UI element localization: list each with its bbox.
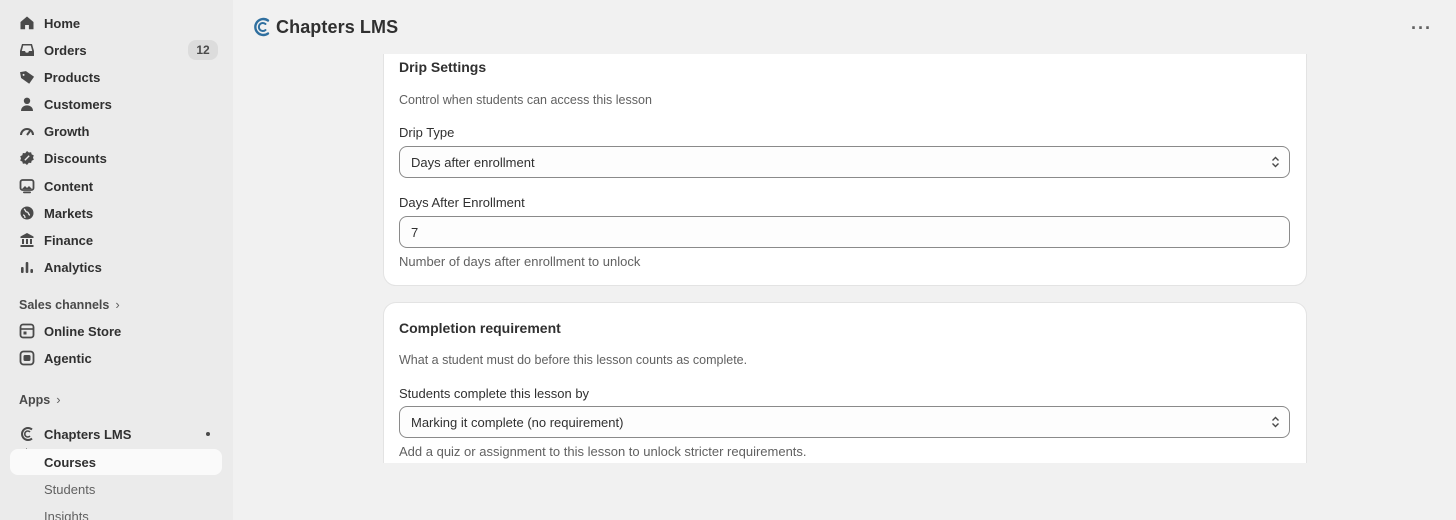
- sidebar-item-label: Finance: [44, 232, 94, 248]
- sidebar-item-finance[interactable]: Finance: [10, 227, 222, 253]
- person-icon: [19, 96, 35, 112]
- agentic-icon: [19, 350, 35, 366]
- card-title: Drip Settings: [399, 59, 487, 75]
- sidebar-item-insights[interactable]: Insights: [10, 503, 222, 520]
- sales-channels-label: Sales channels: [19, 297, 110, 312]
- card-description: What a student must do before this lesso…: [399, 353, 748, 367]
- globe-icon: [19, 205, 35, 221]
- drip-settings-card: Drip Settings Control when students can …: [384, 54, 1306, 285]
- sidebar-item-products[interactable]: Products: [10, 64, 222, 90]
- apps-header[interactable]: Apps ›: [19, 392, 61, 407]
- input-value: 7: [411, 224, 419, 240]
- completion-help-text: Add a quiz or assignment to this lesson …: [399, 444, 807, 459]
- home-icon: [19, 15, 35, 31]
- select-value: Days after enrollment: [411, 154, 535, 170]
- sidebar-item-label: Students: [44, 481, 96, 497]
- drip-type-label: Drip Type: [399, 125, 455, 140]
- days-after-enrollment-input[interactable]: 7: [399, 216, 1290, 248]
- main-content: Drip Settings Control when students can …: [233, 54, 1456, 463]
- sidebar-item-courses[interactable]: Courses: [10, 449, 222, 475]
- chevron-right-icon: ›: [115, 297, 120, 312]
- sidebar-item-discounts[interactable]: Discounts: [10, 145, 222, 171]
- sidebar-item-online-store[interactable]: Online Store: [10, 318, 222, 344]
- sidebar-item-label: Customers: [44, 96, 112, 112]
- sidebar-item-agentic[interactable]: Agentic: [10, 345, 222, 371]
- drip-type-select[interactable]: Days after enrollment: [399, 146, 1290, 178]
- sidebar-item-label: Insights: [44, 508, 89, 520]
- app-header: Chapters LMS ···: [233, 0, 1456, 54]
- select-arrows-icon: [1272, 416, 1279, 428]
- tag-icon: [19, 69, 35, 85]
- sidebar-item-home[interactable]: Home: [10, 10, 222, 36]
- sidebar-item-label: Analytics: [44, 259, 102, 275]
- gauge-icon: [19, 123, 35, 139]
- chevron-right-icon: ›: [56, 392, 61, 407]
- sidebar-item-customers[interactable]: Customers: [10, 91, 222, 117]
- sidebar-item-label: Markets: [44, 205, 94, 221]
- sidebar-item-analytics[interactable]: Analytics: [10, 254, 222, 280]
- sales-channels-header[interactable]: Sales channels ›: [19, 297, 120, 312]
- bank-icon: [19, 232, 35, 248]
- card-description: Control when students can access this le…: [399, 93, 652, 107]
- more-actions-icon[interactable]: ···: [1411, 18, 1432, 39]
- sidebar-item-label: Products: [44, 69, 101, 85]
- sidebar-item-orders[interactable]: Orders 12: [10, 37, 222, 63]
- completion-method-label: Students complete this lesson by: [399, 386, 590, 401]
- sidebar-item-label: Orders: [44, 42, 87, 58]
- store-icon: [19, 323, 35, 339]
- bar-chart-icon: [19, 259, 35, 275]
- sidebar-item-label: Home: [44, 15, 81, 31]
- orders-count-badge: 12: [188, 40, 218, 60]
- select-value: Marking it complete (no requirement): [411, 414, 624, 430]
- sidebar-item-growth[interactable]: Growth: [10, 118, 222, 144]
- sidebar-item-label: Chapters LMS: [44, 426, 132, 442]
- page-title: Chapters LMS: [276, 17, 399, 37]
- completion-method-select[interactable]: Marking it complete (no requirement): [399, 406, 1290, 438]
- sidebar-item-markets[interactable]: Markets: [10, 200, 222, 226]
- sidebar-item-students[interactable]: Students: [10, 476, 222, 502]
- sidebar-item-label: Growth: [44, 123, 90, 139]
- select-arrows-icon: [1272, 156, 1279, 168]
- image-icon: [19, 178, 35, 194]
- sidebar-item-content[interactable]: Content: [10, 173, 222, 199]
- inbox-icon: [19, 42, 35, 58]
- sidebar-item-chapters-lms[interactable]: Chapters LMS: [10, 421, 222, 447]
- apps-label: Apps: [19, 392, 51, 407]
- pin-dot-icon[interactable]: [206, 432, 210, 436]
- days-after-enrollment-label: Days After Enrollment: [399, 195, 525, 210]
- discount-icon: [19, 150, 35, 166]
- chapters-logo-icon: [254, 17, 270, 37]
- chapters-logo-icon: [19, 426, 35, 442]
- completion-requirement-card: Completion requirement What a student mu…: [384, 303, 1306, 463]
- sidebar: Home Orders 12 Products Customers Growth…: [0, 0, 233, 520]
- card-title: Completion requirement: [399, 320, 561, 336]
- sidebar-item-label: Online Store: [44, 323, 122, 339]
- sidebar-item-label: Agentic: [44, 350, 92, 366]
- sidebar-item-label: Discounts: [44, 150, 107, 166]
- days-help-text: Number of days after enrollment to unloc…: [399, 254, 641, 269]
- sidebar-item-label: Content: [44, 178, 94, 194]
- sidebar-item-label: Courses: [44, 454, 97, 470]
